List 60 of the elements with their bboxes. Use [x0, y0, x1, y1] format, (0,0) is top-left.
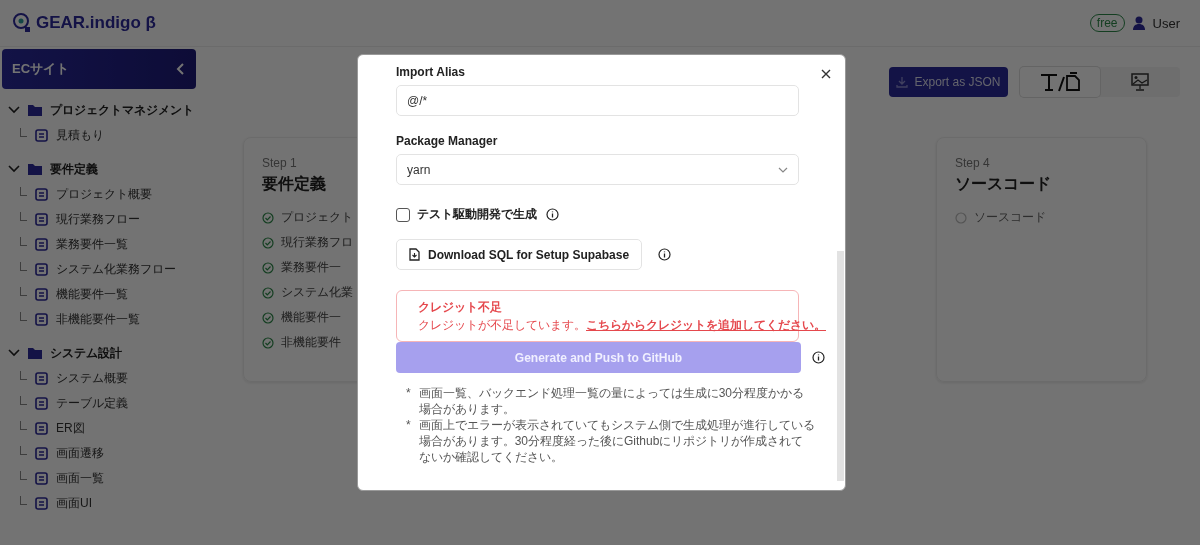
user-icon — [1132, 16, 1145, 30]
note-marker: * — [406, 417, 411, 434]
step-item[interactable]: 機能要件一 — [281, 309, 341, 326]
close-icon[interactable] — [821, 69, 831, 79]
checkbox[interactable] — [396, 207, 410, 222]
export-button[interactable]: Export as JSON — [889, 67, 1008, 97]
checkbox-label[interactable]: テスト駆動開発で生成 — [417, 206, 537, 223]
section-header[interactable]: プロジェクトマネジメント — [50, 101, 194, 119]
file-icon — [409, 248, 420, 261]
sidebar-item[interactable]: プロジェクト概要 — [56, 186, 152, 203]
alert-title: クレジット不足 — [418, 299, 503, 316]
step-item[interactable]: 業務要件一 — [281, 259, 341, 276]
field-label: Package Manager — [396, 134, 499, 148]
step-title: ソースコード — [955, 174, 1052, 194]
sidebar-item[interactable]: システム化業務フロー — [56, 261, 176, 278]
step-number: Step 1 — [262, 156, 298, 170]
user-menu[interactable]: User — [1152, 15, 1180, 31]
scrollbar[interactable] — [837, 251, 844, 481]
sidebar-item[interactable]: 業務要件一覧 — [56, 236, 128, 253]
import-alias-field[interactable]: @/* — [396, 85, 799, 116]
sidebar-item[interactable]: 画面遷移 — [56, 445, 104, 462]
sidebar-item[interactable]: 見積もり — [56, 127, 104, 144]
collapse-icon[interactable] — [176, 63, 184, 75]
step-item[interactable]: プロジェクト — [281, 209, 353, 226]
step-title: 要件定義 — [262, 174, 327, 194]
field-label: Import Alias — [396, 65, 466, 79]
text-document-icon — [1039, 72, 1081, 92]
alert-message: クレジットが不足しています。 — [418, 319, 586, 331]
text-document-toggle[interactable] — [1020, 67, 1100, 97]
step-item[interactable]: ソースコード — [974, 209, 1046, 226]
section-header[interactable]: 要件定義 — [50, 160, 98, 178]
section-header[interactable]: システム設計 — [50, 344, 122, 362]
image-monitor-icon — [1131, 73, 1149, 91]
package-manager-select[interactable]: yarn — [396, 154, 799, 185]
chevron-icon[interactable] — [8, 349, 20, 357]
chevron-down-icon — [778, 166, 788, 173]
sidebar-item[interactable]: 画面UI — [56, 495, 92, 512]
sidebar-item[interactable]: 非機能要件一覧 — [56, 311, 140, 328]
project-selector[interactable]: ECサイト — [2, 49, 196, 89]
chevron-icon[interactable] — [8, 165, 20, 173]
step-item[interactable]: 非機能要件 — [281, 334, 341, 351]
folder-icon — [28, 163, 42, 175]
sidebar-item[interactable]: システム概要 — [56, 370, 128, 387]
app-logo[interactable]: GEAR.indigo β — [36, 13, 156, 33]
add-credit-link[interactable]: こちらからクレジットを追加してください。 — [586, 319, 826, 331]
download-sql-button[interactable]: Download SQL for Setup Supabase — [396, 239, 643, 270]
step-item[interactable]: システム化業 — [281, 284, 353, 301]
sidebar-item[interactable]: テーブル定義 — [56, 395, 128, 412]
note-text: 画面一覧、バックエンド処理一覧の量によっては生成に30分程度かかる場合があります。 — [418, 385, 806, 417]
chevron-icon[interactable] — [8, 106, 20, 114]
step-item[interactable]: 現行業務フロ — [281, 234, 353, 251]
step-number: Step 4 — [955, 156, 991, 170]
note-marker: * — [406, 385, 411, 402]
sidebar-item[interactable]: 画面一覧 — [56, 470, 104, 487]
logo-icon — [12, 12, 32, 34]
sidebar-item[interactable]: 現行業務フロー — [56, 211, 140, 228]
sidebar-item[interactable]: ER図 — [56, 420, 85, 437]
note-text: 画面上でエラーが表示されていてもシステム側で生成処理が進行している場合があります。30分程度経った後にGithubにリポジトリが作成されてないか確認してください。 — [418, 417, 816, 465]
sidebar-item[interactable]: 機能要件一覧 — [56, 286, 128, 303]
download-icon — [896, 76, 909, 88]
